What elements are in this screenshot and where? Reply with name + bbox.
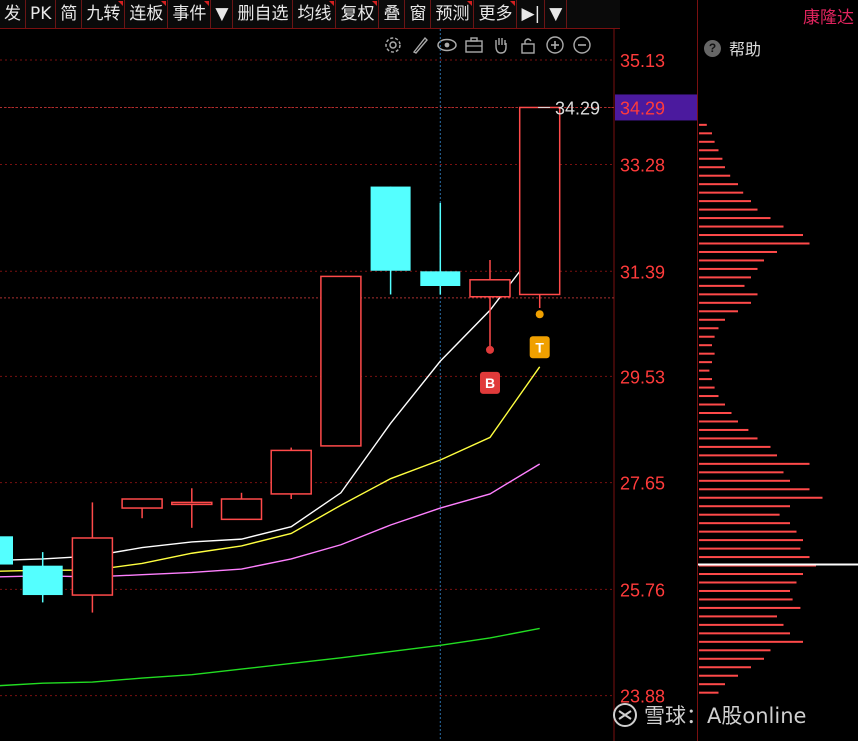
volume-profile-bar [699, 462, 810, 465]
volume-profile-bar [699, 615, 777, 618]
volume-profile-bar [699, 250, 777, 253]
volume-profile-bar [699, 267, 758, 270]
volume-profile-bar [699, 293, 758, 296]
volume-profile-bar [699, 234, 803, 237]
volume-profile-bar [699, 242, 810, 245]
volume-profile-bar [699, 683, 725, 686]
volume-profile-bar [699, 369, 710, 372]
candle-body [420, 271, 461, 286]
volume-profile-bar [699, 488, 810, 491]
volume-profile-bar [699, 344, 712, 347]
volume-profile-bar [699, 530, 797, 533]
y-tick-label: 29.53 [620, 367, 665, 387]
volume-profile-bar [699, 581, 797, 584]
volume-profile-bar [699, 191, 744, 194]
volume-profile-bar [699, 361, 712, 364]
volume-profile-bar [699, 411, 732, 414]
volume-profile-bar [699, 598, 793, 601]
volume-profile-bar [699, 386, 715, 389]
volume-profile-bar [699, 649, 771, 652]
volume-profile-bar [699, 471, 784, 474]
volume-profile-bar [699, 225, 784, 228]
volume-profile-bar [699, 632, 790, 635]
volume-profile-bar [699, 149, 719, 152]
volume-profile-bar [699, 420, 738, 423]
candle-body [370, 186, 411, 271]
watermark: 雪球：A股online [612, 700, 806, 730]
volume-profile-bar [699, 310, 738, 313]
volume-profile-bar [699, 556, 810, 559]
volume-profile-bar [699, 513, 780, 516]
volume-profile-bar [699, 395, 719, 398]
current-price-axis-label: 34.29 [620, 98, 665, 118]
volume-profile-bar [699, 428, 749, 431]
volume-profile-bar [699, 140, 715, 143]
candle-body [71, 537, 114, 596]
volume-profile-bar [699, 378, 712, 381]
candle-body [220, 498, 263, 521]
volume-profile-bar [699, 276, 751, 279]
candle-body [171, 501, 213, 506]
volume-profile-bar [699, 623, 784, 626]
xueqiu-logo-icon [613, 703, 637, 727]
y-tick-label: 27.65 [620, 474, 665, 494]
watermark-text: 雪球：A股online [644, 704, 807, 728]
volume-profile-bar [699, 166, 725, 169]
candle-body [0, 536, 13, 565]
volume-profile-bar [699, 657, 764, 660]
volume-profile-bar [699, 522, 790, 525]
volume-profile-bar [699, 437, 758, 440]
volume-profile-bar [699, 157, 723, 160]
ma-line-white [0, 244, 541, 562]
volume-profile-bar [699, 403, 725, 406]
volume-profile-bar [699, 259, 764, 262]
y-tick-label: 33.28 [620, 156, 665, 176]
volume-profile-bar [699, 335, 715, 338]
volume-profile-bar [699, 174, 731, 177]
candlestick-chart[interactable]: BT35.1333.2831.3929.5327.6525.7623.8834.… [0, 0, 697, 741]
volume-profile-bar [699, 445, 771, 448]
volume-profile-bar [699, 454, 777, 457]
candle-body [320, 275, 362, 447]
volume-profile-bar [699, 327, 719, 330]
signal-dot [486, 345, 494, 354]
signal-label: B [485, 375, 495, 391]
volume-profile-bar [699, 352, 715, 355]
volume-profile-bar [699, 208, 758, 211]
volume-profile-bar [699, 200, 751, 203]
candle-body [121, 498, 163, 509]
volume-profile-bar [699, 539, 803, 542]
y-tick-label: 35.13 [620, 51, 665, 71]
signal-dot [535, 310, 544, 319]
volume-profile-bar [699, 674, 738, 677]
volume-profile [698, 123, 858, 694]
volume-profile-bar [699, 123, 707, 126]
volume-profile-bar [699, 217, 771, 220]
candle-body [469, 279, 511, 298]
ma-line-green [0, 627, 540, 687]
volume-profile-bar [699, 505, 790, 508]
volume-profile-bar [699, 606, 801, 609]
volume-profile-bar [699, 589, 790, 592]
volume-profile-bar [699, 284, 745, 287]
current-price-annotation: 34.29 [555, 98, 600, 118]
volume-profile-bar [699, 691, 719, 694]
volume-profile-bar [699, 640, 803, 643]
right-panel: 康隆达 ? 帮助 [697, 0, 858, 741]
candle-body [518, 106, 561, 296]
volume-profile-bar [699, 547, 801, 550]
signal-label: T [535, 339, 544, 355]
candle-body [270, 449, 312, 495]
volume-profile-bar [699, 318, 725, 321]
y-tick-label: 25.76 [620, 580, 665, 600]
volume-profile-bar [699, 183, 738, 186]
y-tick-label: 31.39 [620, 262, 665, 282]
volume-profile-bar [699, 301, 751, 304]
volume-profile-bar [699, 573, 803, 576]
volume-profile-bar [699, 132, 712, 135]
volume-profile-bar [699, 496, 823, 499]
candle-body [22, 565, 63, 596]
volume-profile-bar [699, 666, 751, 669]
volume-profile-bar [699, 479, 790, 482]
